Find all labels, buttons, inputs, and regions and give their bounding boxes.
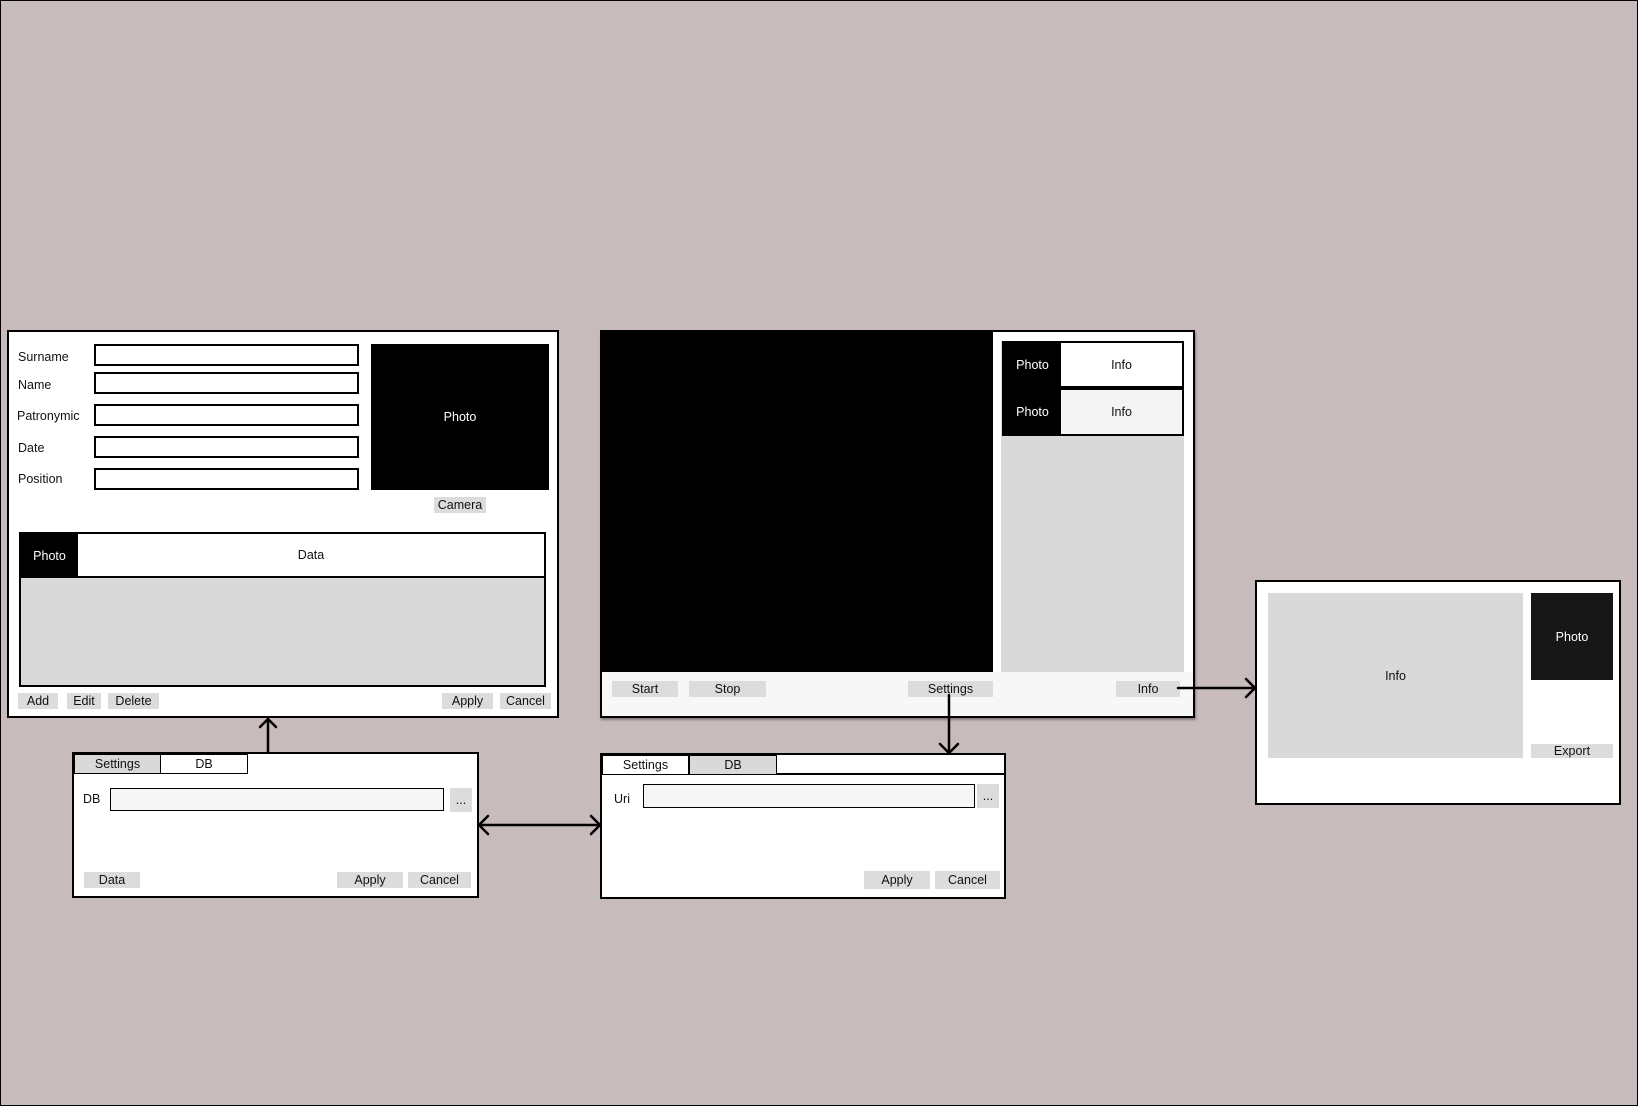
uri-cancel-button[interactable]: Cancel <box>935 871 1000 889</box>
export-button[interactable]: Export <box>1531 744 1613 758</box>
uri-label: Uri <box>614 792 630 806</box>
name-field[interactable] <box>94 372 359 394</box>
start-button[interactable]: Start <box>612 681 678 697</box>
surname-field[interactable] <box>94 344 359 366</box>
list-item-info: Info <box>1061 343 1182 386</box>
list-item[interactable]: Photo Info <box>1002 341 1184 388</box>
table-header-data-label: Data <box>297 548 325 562</box>
list-item-info: Info <box>1061 390 1182 434</box>
position-field[interactable] <box>94 468 359 490</box>
db-settings-dialog: Settings DB DB ... Data Apply Cancel <box>72 752 479 898</box>
photo-preview: Photo <box>371 344 549 490</box>
db-cancel-button[interactable]: Cancel <box>408 872 471 888</box>
surname-label: Surname <box>18 350 69 364</box>
uri-settings-dialog: Settings DB Uri ... Apply Cancel <box>600 753 1006 899</box>
edit-button[interactable]: Edit <box>67 693 101 709</box>
uri-apply-button[interactable]: Apply <box>864 871 930 889</box>
person-table: Photo Data <box>19 532 546 687</box>
settings-button[interactable]: Settings <box>908 681 993 697</box>
table-header-data: Data <box>78 534 544 578</box>
delete-button[interactable]: Delete <box>108 693 159 709</box>
data-button[interactable]: Data <box>84 872 140 888</box>
video-view <box>602 332 993 672</box>
list-item-photo-label: Photo <box>1016 405 1049 419</box>
list-item-photo: Photo <box>1004 390 1061 434</box>
patronymic-field[interactable] <box>94 404 359 426</box>
list-item-photo: Photo <box>1004 343 1061 386</box>
table-header-photo-label: Photo <box>33 549 66 563</box>
main-window: Photo Info Photo Info Start Stop Setting… <box>600 330 1195 718</box>
db-label: DB <box>83 792 101 806</box>
date-field[interactable] <box>94 436 359 458</box>
info-button[interactable]: Info <box>1116 681 1180 697</box>
db-apply-button[interactable]: Apply <box>337 872 403 888</box>
tab-db[interactable]: DB <box>160 754 248 774</box>
tab-db[interactable]: DB <box>689 755 777 775</box>
list-item-info-label: Info <box>1111 357 1132 372</box>
uri-field[interactable] <box>643 784 975 808</box>
stop-button[interactable]: Stop <box>689 681 766 697</box>
date-label: Date <box>18 441 45 455</box>
patronymic-label: Patronymic <box>17 409 80 423</box>
list-item-info-label: Info <box>1111 405 1132 419</box>
tab-settings[interactable]: Settings <box>74 754 161 774</box>
add-button[interactable]: Add <box>18 693 58 709</box>
photo-preview-label: Photo <box>443 410 477 424</box>
table-header-photo: Photo <box>21 534 78 578</box>
db-path-field[interactable] <box>110 788 444 811</box>
tab-settings[interactable]: Settings <box>602 755 689 775</box>
cancel-button[interactable]: Cancel <box>500 693 551 709</box>
name-label: Name <box>18 378 52 392</box>
camera-button[interactable]: Camera <box>434 497 486 513</box>
db-browse-button[interactable]: ... <box>450 788 472 812</box>
info-photo: Photo <box>1531 593 1613 680</box>
tab-strip-line <box>776 773 1004 775</box>
list-item[interactable]: Photo Info <box>1002 388 1184 436</box>
uri-browse-button[interactable]: ... <box>977 784 999 808</box>
info-window: Info Photo Export <box>1255 580 1621 805</box>
info-photo-label: Photo <box>1555 629 1589 644</box>
list-item-photo-label: Photo <box>1016 357 1049 372</box>
person-form-window: Surname Name Patronymic Date Position Ph… <box>7 330 559 718</box>
position-label: Position <box>18 472 63 486</box>
info-panel-label: Info <box>1385 668 1406 683</box>
info-panel: Info <box>1268 593 1523 758</box>
apply-button[interactable]: Apply <box>442 693 493 709</box>
